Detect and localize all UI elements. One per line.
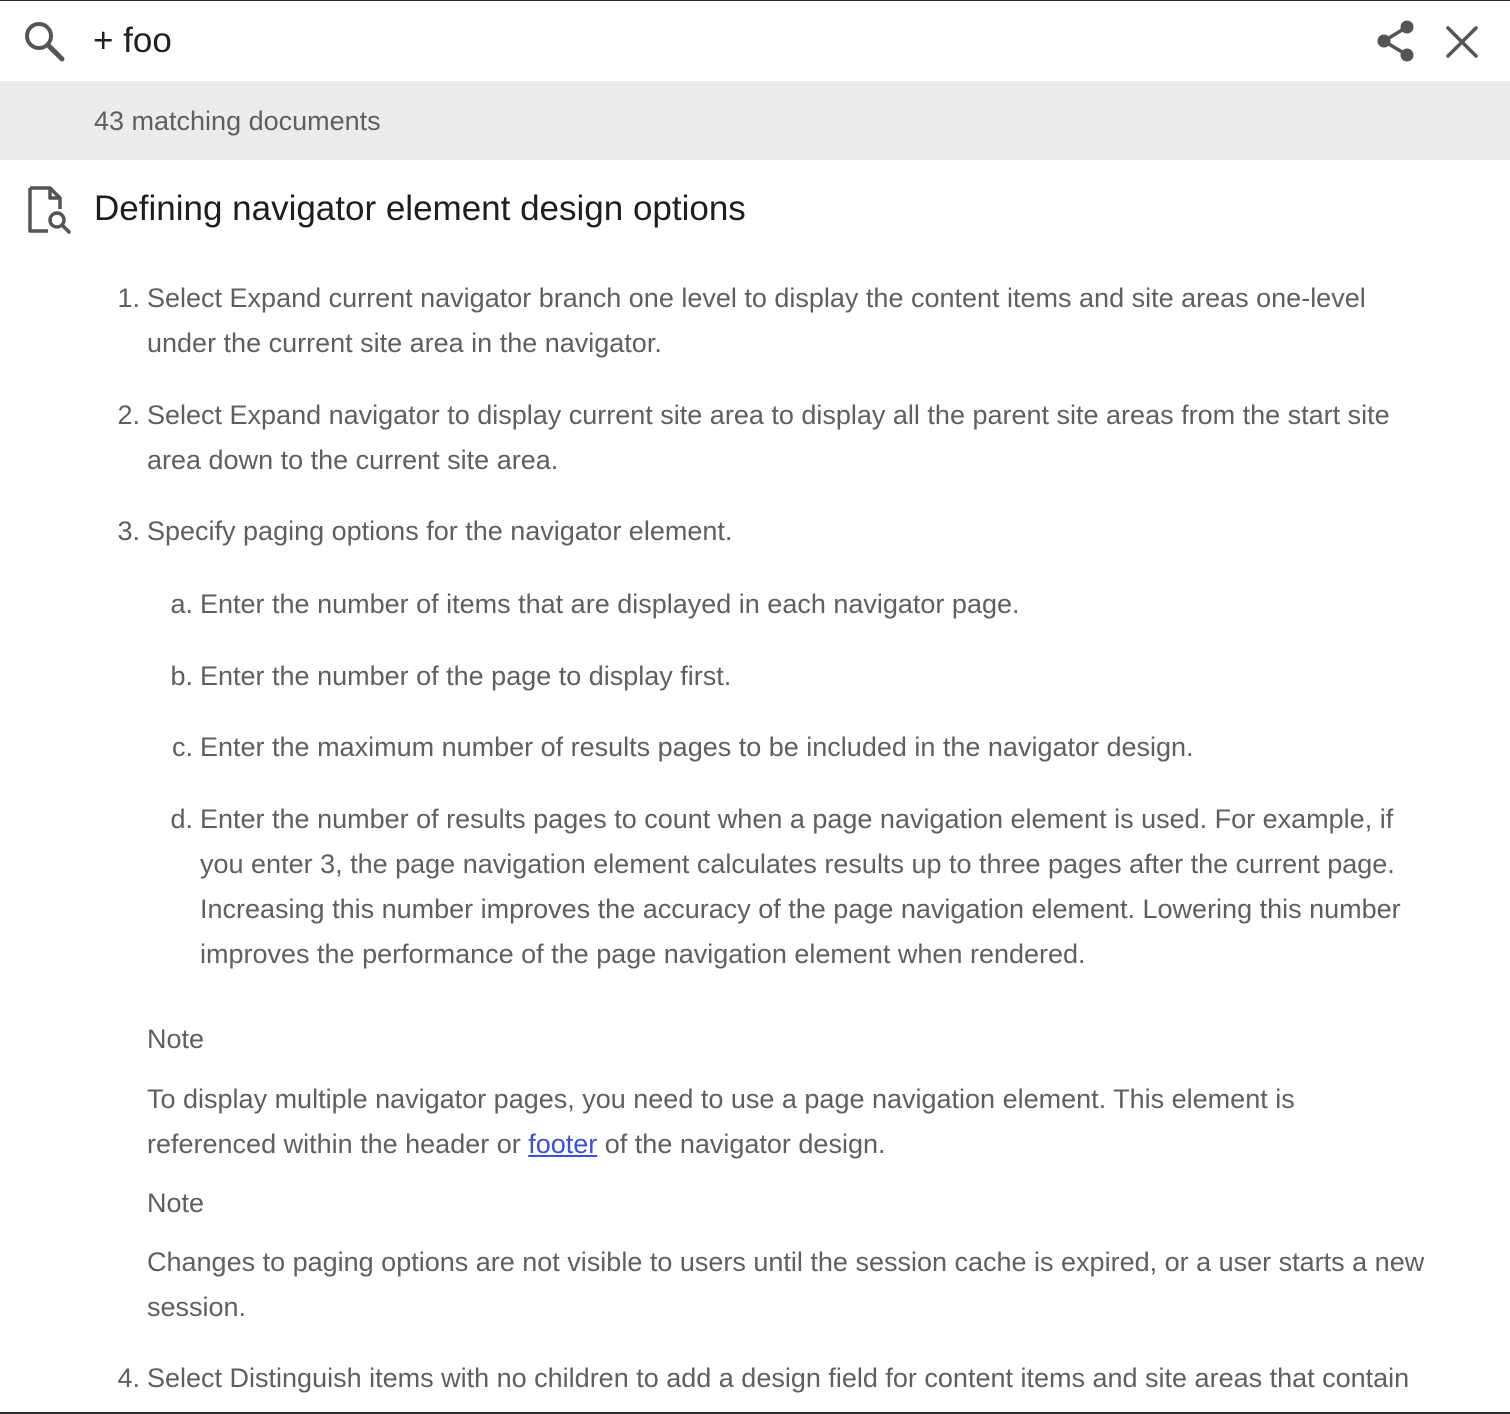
- note-text-segment: referenced within the header or: [147, 1129, 529, 1159]
- substep-text: Enter the number of the page to display …: [200, 661, 732, 691]
- step-text: under the current site area in the navig…: [147, 328, 662, 358]
- substep-text: Enter the number of results pages to cou…: [200, 804, 1394, 834]
- substep-letter: c.: [171, 732, 193, 762]
- step-text: Select Expand navigator to display curre…: [147, 400, 1390, 430]
- footer-link[interactable]: footer: [528, 1129, 597, 1159]
- step-number: 4.: [117, 1363, 140, 1393]
- search-results-view: + foo 43 matching documents Defining nav…: [0, 0, 1510, 1414]
- step-text: area down to the current site area.: [147, 445, 559, 475]
- note-text-segment: of the navigator design.: [597, 1129, 886, 1159]
- note-label: Note: [147, 1024, 205, 1054]
- note-text: To display multiple navigator pages, you…: [147, 1084, 1295, 1114]
- step-number: 3.: [117, 516, 140, 546]
- step-text: Specify paging options for the navigator…: [147, 516, 733, 546]
- substep-text: Enter the maximum number of results page…: [200, 732, 1194, 762]
- step-number: 1.: [117, 283, 140, 313]
- note-text: referenced within the header or footer o…: [147, 1126, 885, 1162]
- note-label: Note: [147, 1188, 205, 1218]
- document-body: 1. Select Expand current navigator branc…: [0, 1, 1510, 1414]
- substep-text: you enter 3, the page navigation element…: [200, 849, 1395, 879]
- substep-text: improves the performance of the page nav…: [200, 939, 1086, 969]
- step-text: Select Distinguish items with no childre…: [147, 1363, 1410, 1393]
- substep-letter: a.: [170, 589, 193, 619]
- step-number: 2.: [117, 400, 140, 430]
- substep-text: Enter the number of items that are displ…: [200, 589, 1020, 619]
- step-text: Select Expand current navigator branch o…: [147, 283, 1366, 313]
- substep-letter: b.: [170, 661, 193, 691]
- substep-text: Increasing this number improves the accu…: [200, 894, 1401, 924]
- note-text: Changes to paging options are not visibl…: [147, 1247, 1425, 1277]
- note-text: session.: [147, 1292, 247, 1322]
- substep-letter: d.: [170, 804, 193, 834]
